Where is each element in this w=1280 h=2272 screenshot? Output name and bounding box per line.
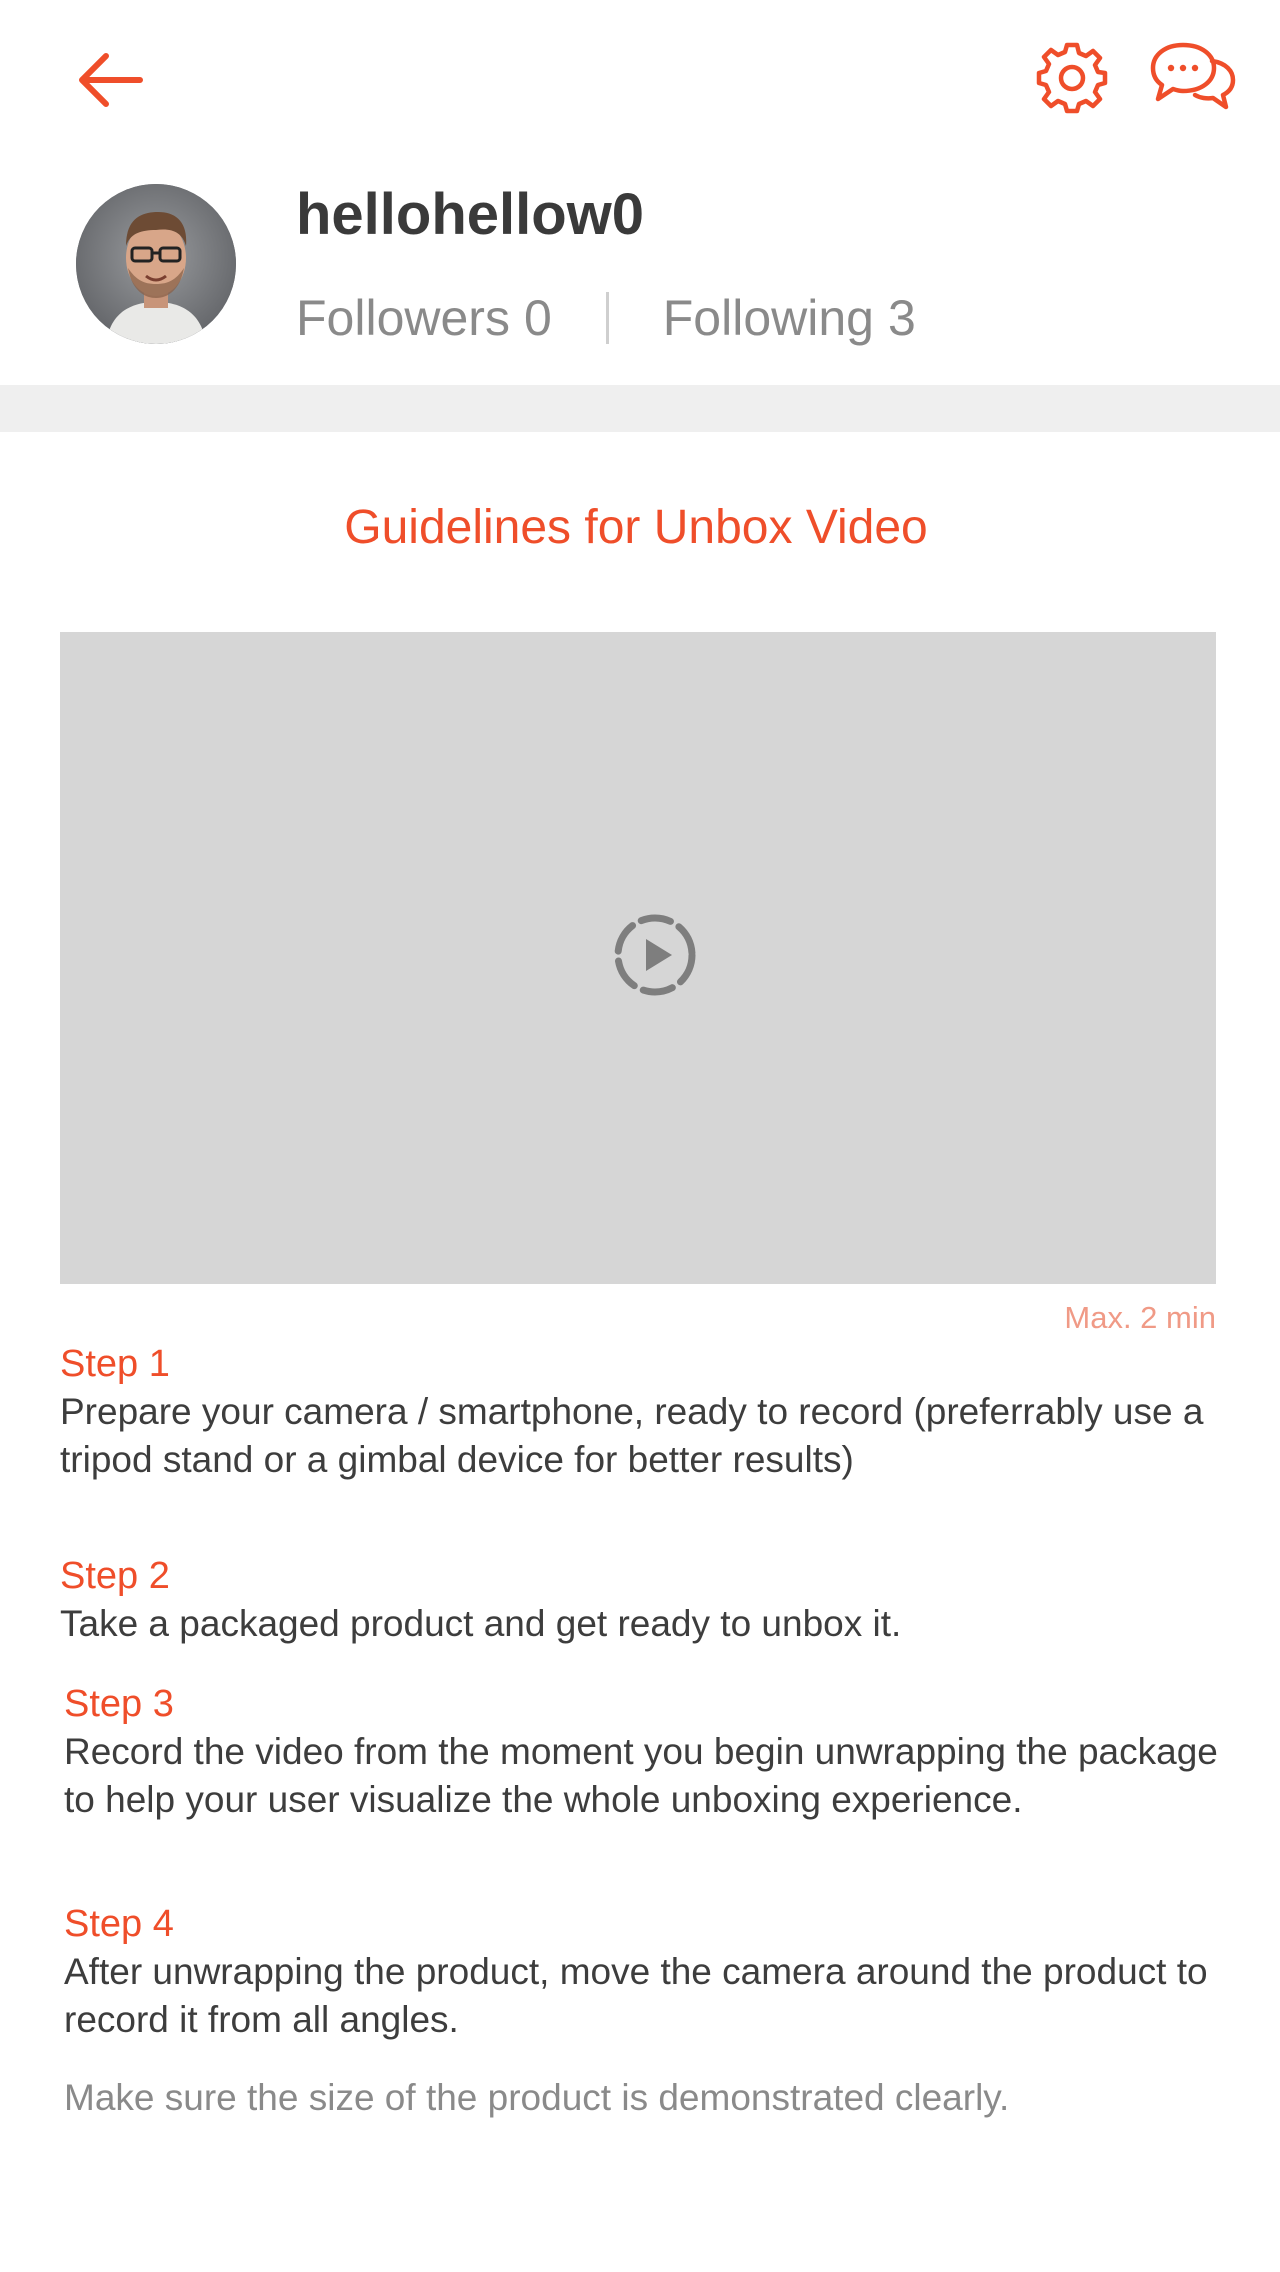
messages-button[interactable] bbox=[1148, 36, 1238, 120]
size-note: Make sure the size of the product is dem… bbox=[64, 2077, 1010, 2118]
follow-divider bbox=[605, 292, 609, 344]
max-duration-label: Max. 2 min bbox=[1064, 1300, 1216, 1335]
avatar[interactable] bbox=[76, 184, 236, 344]
step-title: Step 3 bbox=[64, 1683, 174, 1725]
step-3: Step 3 Record the video from the moment … bbox=[64, 1680, 1224, 1824]
settings-button[interactable] bbox=[1030, 36, 1114, 120]
step-text: Take a packaged product and get ready to… bbox=[60, 1603, 902, 1644]
following-count: 3 bbox=[887, 290, 916, 346]
followers-label: Followers bbox=[296, 290, 510, 346]
username: hellohellow0 bbox=[296, 182, 645, 247]
step-title: Step 1 bbox=[60, 1343, 170, 1385]
step-text: Prepare your camera / smartphone, ready … bbox=[60, 1391, 1204, 1480]
followers-stat[interactable]: Followers 0 bbox=[296, 289, 552, 347]
step-text: Record the video from the moment you beg… bbox=[64, 1731, 1218, 1820]
following-stat[interactable]: Following 3 bbox=[663, 289, 916, 347]
play-button[interactable] bbox=[612, 912, 698, 998]
step-title: Step 4 bbox=[64, 1903, 174, 1945]
following-label: Following bbox=[662, 290, 874, 346]
guidelines-title: Guidelines for Unbox Video bbox=[344, 501, 928, 554]
top-bar bbox=[0, 0, 1280, 160]
section-divider bbox=[0, 385, 1280, 432]
back-button[interactable] bbox=[60, 40, 160, 120]
step-title: Step 2 bbox=[60, 1555, 170, 1597]
profile-header: hellohellow0 Followers 0 Following 3 bbox=[0, 160, 1280, 385]
step-text: After unwrapping the product, move the c… bbox=[64, 1951, 1208, 2040]
step-4: Step 4 After unwrapping the product, mov… bbox=[64, 1900, 1224, 2044]
profile-page: hellohellow0 Followers 0 Following 3 Gui… bbox=[0, 0, 1280, 2272]
chat-bubbles-icon bbox=[1150, 42, 1236, 110]
step-2: Step 2 Take a packaged product and get r… bbox=[60, 1552, 1220, 1648]
avatar-image bbox=[76, 184, 236, 344]
follow-stats: Followers 0 Following 3 bbox=[296, 288, 916, 348]
gear-icon bbox=[1036, 42, 1108, 114]
followers-count: 0 bbox=[523, 290, 552, 346]
arrow-left-icon bbox=[79, 53, 143, 107]
play-circle-icon bbox=[614, 914, 696, 996]
step-1: Step 1 Prepare your camera / smartphone,… bbox=[60, 1340, 1220, 1484]
